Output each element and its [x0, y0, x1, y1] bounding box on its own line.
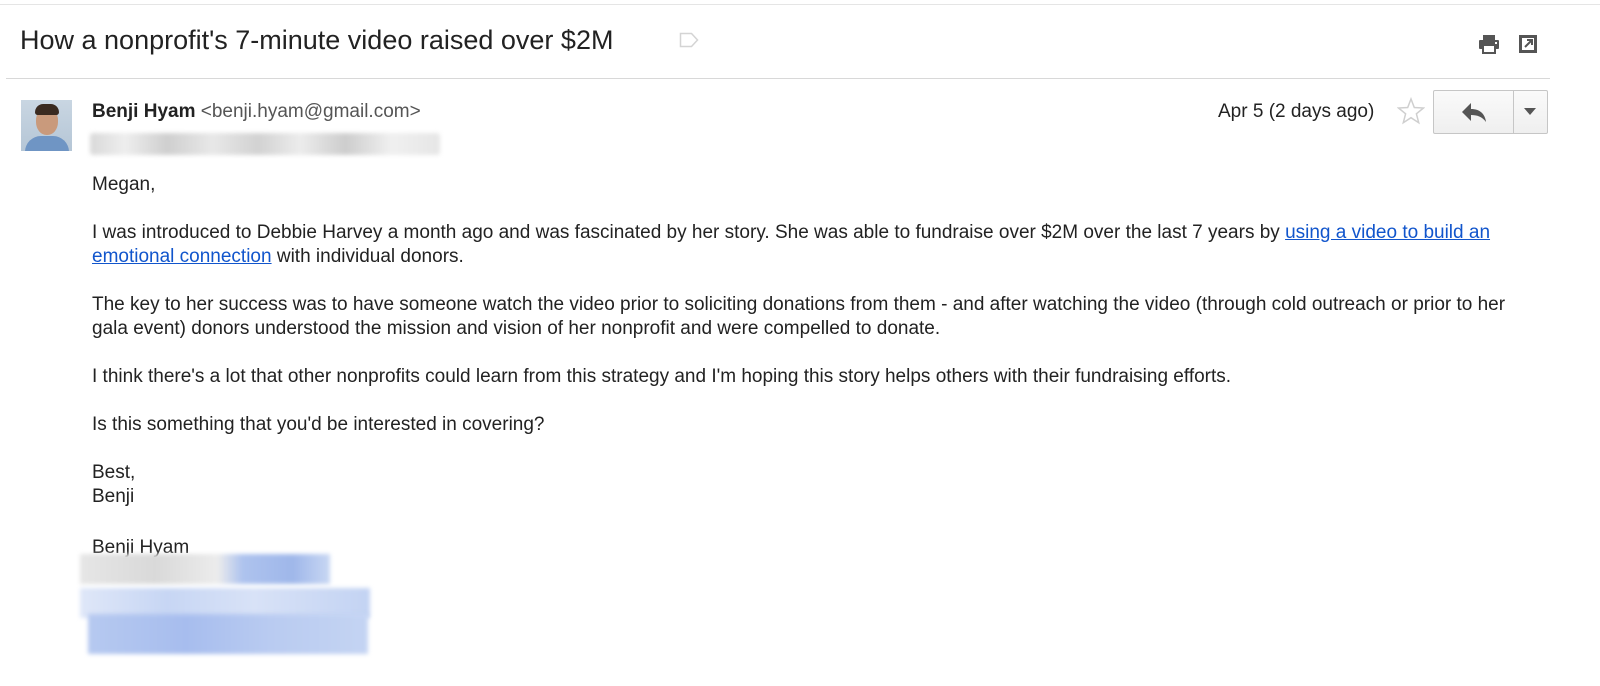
new-window-icon[interactable] — [1516, 32, 1540, 56]
email-body: Megan, I was introduced to Debbie Harvey… — [92, 173, 1532, 509]
avatar[interactable] — [21, 100, 72, 151]
label-icon[interactable] — [679, 32, 699, 48]
paragraph-text-end: with individual donors. — [271, 246, 464, 267]
reply-button[interactable] — [1434, 91, 1514, 133]
header-actions — [1477, 30, 1547, 58]
header-divider — [6, 78, 1550, 79]
closing-name: Benji — [92, 486, 135, 507]
reply-icon — [1462, 103, 1486, 122]
top-border — [0, 4, 1600, 5]
reply-button-group — [1433, 90, 1548, 134]
more-button[interactable] — [1514, 91, 1547, 133]
greeting: Megan, — [92, 174, 156, 195]
signature-redacted — [88, 614, 368, 654]
dropdown-arrow-icon — [1524, 108, 1536, 115]
email-subject: How a nonprofit's 7-minute video raised … — [20, 25, 614, 55]
email-date: Apr 5 (2 days ago) — [1218, 101, 1375, 122]
sender-name[interactable]: Benji Hyam — [92, 101, 195, 122]
recipients-redacted — [90, 133, 440, 155]
sender-email: <benji.hyam@gmail.com> — [200, 101, 421, 122]
body-paragraph-3: I think there's a lot that other nonprof… — [92, 366, 1232, 387]
body-paragraph-2: The key to her success was to have someo… — [92, 294, 1506, 339]
paragraph-text: I was introduced to Debbie Harvey a mont… — [92, 222, 1286, 243]
print-icon[interactable] — [1477, 32, 1501, 56]
sender-line: Benji Hyam <benji.hyam@gmail.com> — [92, 99, 421, 125]
signature-redacted — [80, 554, 330, 584]
closing: Best, — [92, 462, 136, 483]
star-icon[interactable] — [1397, 97, 1425, 125]
body-paragraph-4: Is this something that you'd be interest… — [92, 414, 545, 435]
body-paragraph-1: I was introduced to Debbie Harvey a mont… — [92, 221, 1532, 269]
